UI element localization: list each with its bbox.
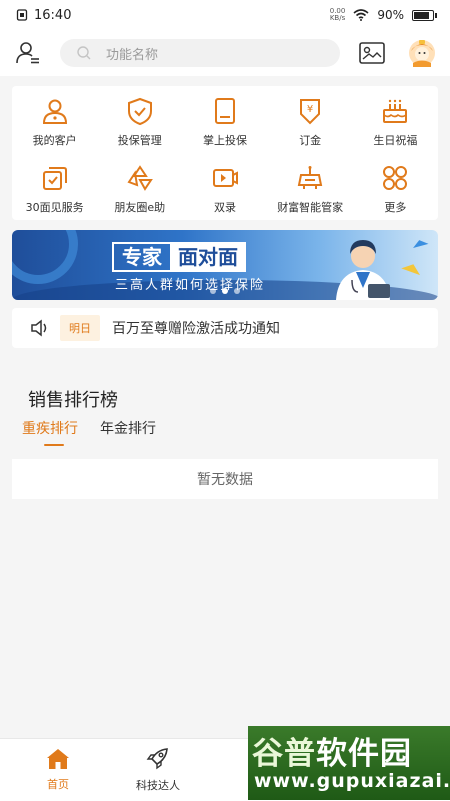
grid-item-my-customers[interactable]: 我的客户 bbox=[12, 86, 97, 153]
watermark-url: www.gupuxiazai.com bbox=[254, 770, 450, 792]
more-grid-icon bbox=[383, 166, 408, 190]
svg-text:¥: ¥ bbox=[307, 104, 313, 115]
home-icon bbox=[47, 749, 69, 769]
search-input[interactable]: 功能名称 bbox=[60, 39, 340, 67]
yen-icon: ¥ bbox=[300, 99, 321, 125]
grid-item-dual-recording[interactable]: 双录 bbox=[182, 153, 267, 220]
notice-tag: 明日 bbox=[60, 315, 100, 341]
top-bar: 功能名称 bbox=[0, 30, 450, 76]
person-icon bbox=[42, 99, 67, 124]
grid-item-birthday-wishes[interactable]: 生日祝福 bbox=[353, 86, 438, 153]
wifi-icon bbox=[353, 9, 369, 21]
banner-decoration bbox=[401, 260, 423, 276]
rocket-icon bbox=[146, 748, 168, 770]
meeting-icon bbox=[42, 167, 67, 190]
banner-title: 专家 面对面 bbox=[112, 242, 246, 272]
grid-item-policy-management[interactable]: 投保管理 bbox=[97, 86, 182, 153]
banner-dot[interactable] bbox=[210, 288, 216, 294]
tablet-icon bbox=[214, 98, 235, 124]
grid-item-meeting-service[interactable]: 30面见服务 bbox=[12, 153, 97, 220]
notice-bar[interactable]: 明日 百万至尊赠险激活成功通知 bbox=[12, 308, 438, 348]
user-menu-icon[interactable] bbox=[14, 39, 42, 67]
search-placeholder: 功能名称 bbox=[106, 47, 159, 63]
banner-decoration bbox=[12, 230, 78, 284]
image-card-icon[interactable] bbox=[358, 41, 386, 65]
speaker-icon bbox=[31, 319, 47, 337]
banner-decoration bbox=[411, 238, 429, 248]
nav-tech-expert[interactable]: 科技达人 bbox=[108, 739, 208, 801]
function-grid: 我的客户 投保管理 掌上投保 ¥ 订金 生日祝福 30面见服务 朋友圈e助 双录… bbox=[12, 86, 438, 220]
ranking-tabs: 重疾排行 年金排行 bbox=[22, 418, 156, 446]
camera-aperture-icon bbox=[127, 165, 153, 191]
watermark-title: 谷普软件园 bbox=[252, 736, 412, 772]
status-bar: 16:40 0.00 KB/s 90% bbox=[0, 0, 450, 30]
empty-state: 暂无数据 bbox=[12, 459, 438, 499]
tab-annuity[interactable]: 年金排行 bbox=[100, 418, 156, 438]
avatar[interactable] bbox=[408, 39, 436, 67]
promo-banner[interactable]: 专家 面对面 三高人群如何选择保险 bbox=[12, 230, 438, 300]
net-speed: 0.00 KB/s bbox=[329, 7, 346, 22]
nav-home[interactable]: 首页 bbox=[8, 739, 108, 801]
shield-check-icon bbox=[127, 97, 152, 126]
banner-dot[interactable] bbox=[222, 288, 228, 294]
grid-item-moments-helper[interactable]: 朋友圈e助 bbox=[97, 153, 182, 220]
battery-icon bbox=[412, 9, 437, 21]
birthday-cake-icon bbox=[383, 99, 408, 123]
ranking-title: 销售排行榜 bbox=[28, 390, 118, 411]
grid-item-wealth-assistant[interactable]: 财富智能管家 bbox=[268, 153, 353, 220]
search-icon bbox=[77, 46, 91, 60]
robot-icon bbox=[297, 166, 323, 189]
notice-text: 百万至尊赠险激活成功通知 bbox=[112, 321, 280, 337]
video-icon bbox=[212, 169, 238, 187]
grid-item-deposit[interactable]: ¥ 订金 bbox=[268, 86, 353, 153]
tab-critical-illness[interactable]: 重疾排行 bbox=[22, 418, 78, 446]
sim-card-icon bbox=[16, 9, 28, 21]
grid-item-mobile-insure[interactable]: 掌上投保 bbox=[182, 86, 267, 153]
grid-item-more[interactable]: 更多 bbox=[353, 153, 438, 220]
battery-percent: 90% bbox=[377, 8, 404, 22]
banner-pagination bbox=[12, 288, 438, 294]
banner-dot[interactable] bbox=[234, 288, 240, 294]
status-time: 16:40 bbox=[34, 7, 72, 23]
site-watermark: 谷普软件园 www.gupuxiazai.com bbox=[248, 726, 450, 800]
